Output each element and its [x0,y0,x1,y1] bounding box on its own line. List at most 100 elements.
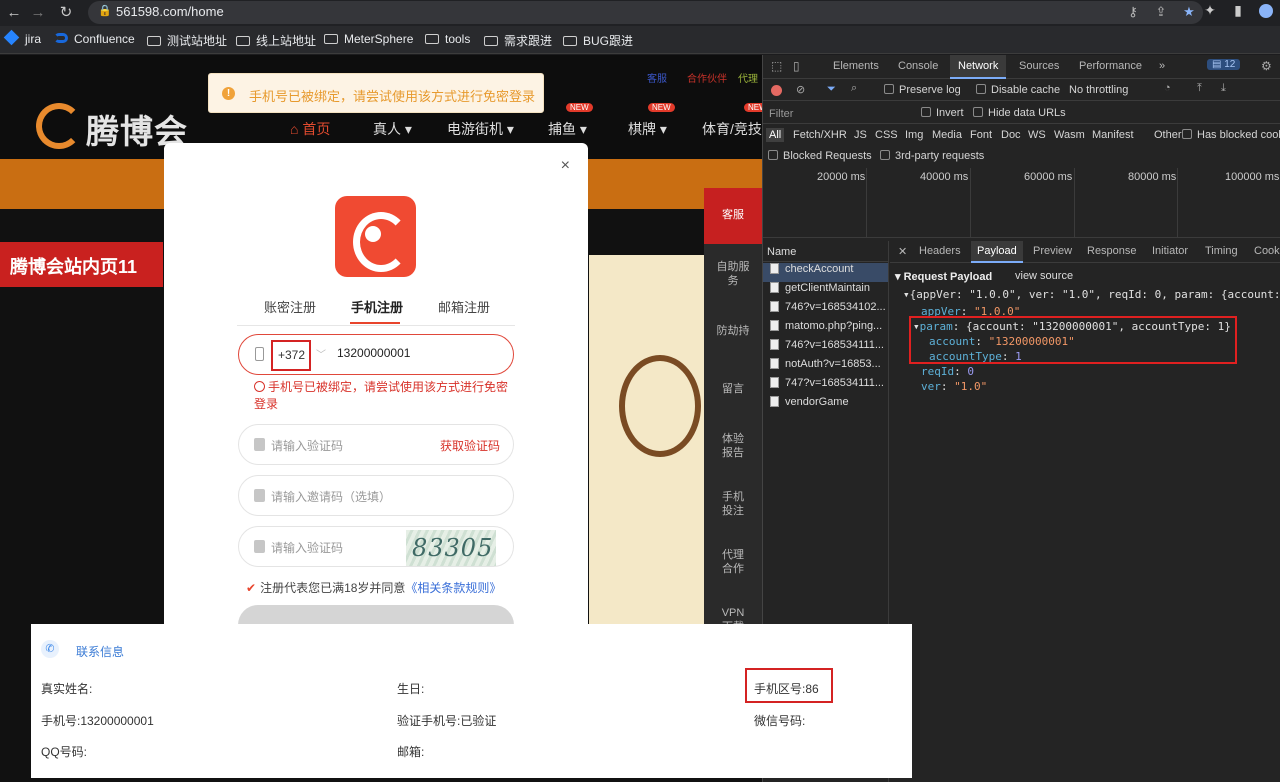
type-other[interactable]: Other [1154,129,1182,141]
throttling-select[interactable]: No throttling [1069,84,1128,96]
request-row[interactable]: 746?v=168534102... [770,301,888,320]
view-source-link[interactable]: view source [1015,270,1073,282]
bookmark-live-site[interactable]: 线上站地址 [236,32,316,49]
bookmark-requirements[interactable]: 需求跟进 [484,32,552,49]
device-toggle-icon[interactable]: ▯ [793,59,807,73]
tab-email-register[interactable]: 邮箱注册 [438,297,490,316]
rail-anti-hijack[interactable]: 防劫持 [704,324,762,338]
chevron-down-icon[interactable]: ﹀ [316,346,326,361]
tab-payload[interactable]: Payload [971,241,1023,263]
checkmark-icon[interactable]: ✔ [246,581,256,595]
tab-account-register[interactable]: 账密注册 [264,297,316,316]
key-icon[interactable]: ⚷ [1119,4,1147,20]
type-ws[interactable]: WS [1028,129,1046,141]
sms-code-field[interactable]: 请输入验证码 获取验证码 [238,424,514,465]
share-icon[interactable]: ⇪ [1147,4,1175,20]
invite-code-field[interactable]: 请输入邀请码（选填） [238,475,514,516]
tab-initiator[interactable]: Initiator [1152,245,1188,257]
get-code-button[interactable]: 获取验证码 [440,437,500,454]
rail-agent[interactable]: 代理合作 [704,548,762,576]
captcha-input[interactable]: 请输入验证码 [271,539,343,556]
tab-sources[interactable]: Sources [1019,60,1059,72]
back-icon[interactable]: ← [4,3,24,23]
network-timeline[interactable]: 20000 ms 40000 ms 60000 ms 80000 ms 1000… [763,168,1280,238]
settings-gear-icon[interactable]: ⚙ [1261,59,1275,73]
top-link[interactable]: 代理 [738,70,758,85]
tab-response[interactable]: Response [1087,245,1137,257]
type-doc[interactable]: Doc [1001,129,1021,141]
sms-code-input[interactable]: 请输入验证码 [271,437,343,454]
terms-link[interactable]: 《相关条款规则》 [405,581,501,595]
url-field[interactable]: 🔒 561598.com/home ⚷ ⇪ ★ [88,1,1203,24]
bookmark-confluence[interactable]: Confluence [54,32,135,46]
tab-console[interactable]: Console [898,60,938,72]
nav-sports[interactable]: 体育/竞技 [702,119,762,139]
bookmark-jira[interactable]: jira [3,29,41,46]
request-row[interactable]: 747?v=168534111... [770,377,888,396]
nav-fishing[interactable]: 捕鱼 ▾ [548,119,587,139]
request-row[interactable]: notAuth?v=16853... [770,358,888,377]
nav-live[interactable]: 真人 ▾ [373,119,412,139]
rail-message[interactable]: 留言 [704,382,762,396]
filter-icon[interactable]: ⏷ [827,83,836,96]
captcha-image[interactable]: 83305 [406,530,496,566]
blocked-requests-checkbox[interactable]: Blocked Requests [768,150,872,162]
rail-self-service[interactable]: 自助服务 [704,260,762,288]
third-party-checkbox[interactable]: 3rd-party requests [880,150,984,162]
request-row[interactable]: vendorGame [770,396,888,415]
tab-timing[interactable]: Timing [1205,245,1238,257]
profile-avatar[interactable] [1252,2,1280,19]
issues-badge[interactable]: ▤ 12 [1207,59,1241,70]
type-fetch-xhr[interactable]: Fetch/XHR [793,129,847,141]
export-har-icon[interactable]: ⤓ [1221,82,1226,95]
tab-cookies[interactable]: Cook [1254,245,1280,257]
disable-cache-checkbox[interactable]: Disable cache [976,84,1060,96]
import-har-icon[interactable]: ⤒ [1197,82,1202,95]
invert-checkbox[interactable]: Invert [921,107,964,119]
has-blocked-cookies-checkbox[interactable]: Has blocked cook [1182,129,1280,141]
terms-agreement[interactable]: ✔ 注册代表您已满18岁并同意《相关条款规则》 [246,579,501,596]
tab-performance[interactable]: Performance [1079,60,1142,72]
clear-icon[interactable]: ⊘ [796,83,805,96]
request-row[interactable]: 746?v=168534111... [770,339,888,358]
inspect-icon[interactable]: ⬚ [771,59,785,73]
record-icon[interactable] [771,85,782,96]
extensions-icon[interactable]: ✦ [1196,2,1224,19]
country-code-select[interactable]: +372 [271,340,311,371]
bookmark-metersphere[interactable]: MeterSphere [324,32,413,46]
reload-icon[interactable]: ↻ [56,3,76,23]
type-media[interactable]: Media [932,129,962,141]
captcha-field[interactable]: 请输入验证码 83305 [238,526,514,567]
bookmark-tools[interactable]: tools [425,32,470,46]
preserve-log-checkbox[interactable]: Preserve log [884,84,961,96]
close-icon[interactable]: × [561,157,570,175]
forward-icon[interactable]: → [28,3,48,23]
type-css[interactable]: CSS [875,129,898,141]
type-wasm[interactable]: Wasm [1054,129,1085,141]
request-row[interactable]: getClientMaintain [770,282,888,301]
top-link[interactable]: 客服 [647,70,667,85]
type-all[interactable]: All [766,128,785,142]
rail-mobile-bet[interactable]: 手机投注 [704,490,762,518]
tab-headers[interactable]: Headers [919,245,961,257]
invite-code-input[interactable]: 请输入邀请码（选填） [271,488,391,505]
tab-elements[interactable]: Elements [833,60,879,72]
tab-preview[interactable]: Preview [1033,245,1072,257]
phone-input[interactable]: 13200000001 [337,346,410,360]
type-img[interactable]: Img [905,129,923,141]
nav-cards[interactable]: 棋牌 ▾ [628,119,667,139]
filter-input[interactable]: Filter [769,108,793,120]
name-column-header[interactable]: Name [767,246,796,258]
payload-section-title[interactable]: ▾ Request Payload [895,270,992,283]
search-icon[interactable]: ⌕ [851,82,857,95]
nav-home[interactable]: ⌂ 首页 [290,119,330,139]
nav-slots[interactable]: 电游街机 ▾ [447,119,514,139]
request-row[interactable]: matomo.php?ping... [770,320,888,339]
network-conditions-icon[interactable]: ◔ [1164,82,1171,94]
type-manifest[interactable]: Manifest [1092,129,1134,141]
payload-summary[interactable]: ▾{appVer: "1.0.0", ver: "1.0", reqId: 0,… [903,288,1280,301]
bookmark-test-site[interactable]: 测试站地址 [147,32,227,49]
rail-customer-service[interactable]: 客服 [704,188,762,244]
request-row[interactable]: checkAccount [763,263,888,282]
sidepanel-icon[interactable]: ▮ [1224,2,1252,19]
